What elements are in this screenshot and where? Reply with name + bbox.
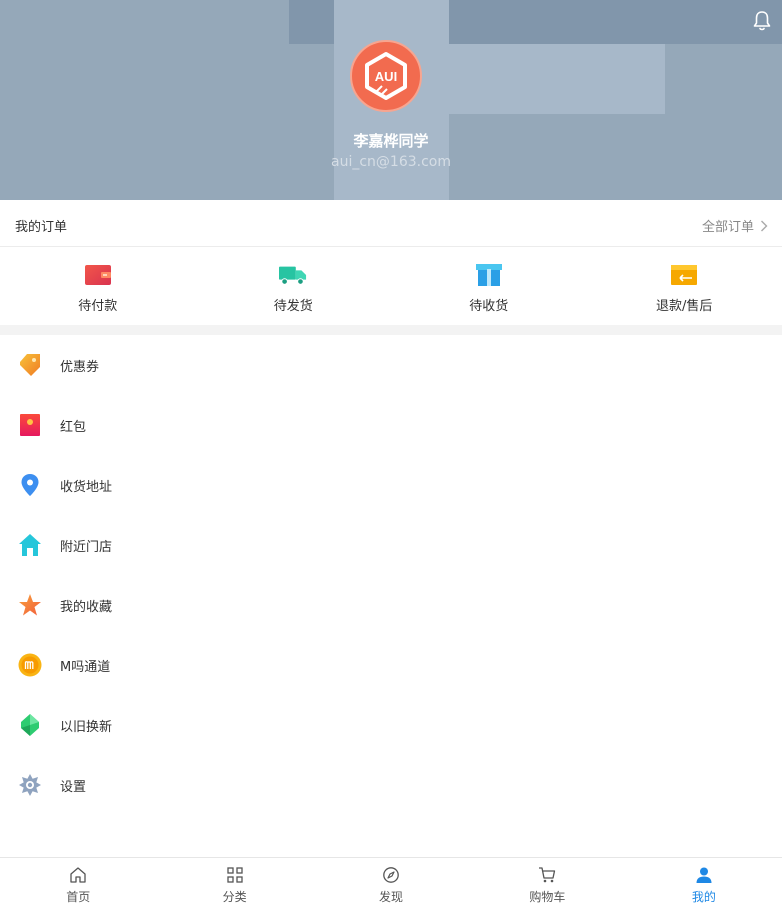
order-pending-payment[interactable]: 待付款 — [0, 247, 196, 325]
coupon-icon — [20, 354, 40, 376]
tab-discover[interactable]: 发现 — [313, 858, 469, 910]
menu-item-label: 红包 — [60, 420, 87, 435]
tab-cart[interactable]: 购物车 — [469, 858, 625, 910]
trade-in-icon — [21, 714, 39, 736]
menu-item-favorites[interactable]: 我的收藏 — [0, 575, 782, 635]
menu-item-label: 优惠券 — [60, 360, 100, 375]
orders-section-header: 我的订单 全部订单 — [0, 200, 782, 247]
menu-list: 优惠券 红包 收货地址 附近门店 我的收藏 M吗通道 以旧换新 设置 — [0, 335, 782, 815]
red-packet-icon — [20, 414, 40, 436]
gear-icon — [19, 774, 41, 796]
avatar-text: AUI — [375, 69, 397, 84]
all-orders-link[interactable]: 全部订单 — [702, 216, 768, 235]
header-background-block — [449, 0, 782, 44]
order-pending-receipt[interactable]: 待收货 — [391, 247, 587, 325]
tab-label: 首页 — [66, 890, 91, 904]
home-icon — [70, 867, 86, 883]
tab-label: 我的 — [691, 890, 716, 904]
menu-item-label: M吗通道 — [60, 660, 111, 675]
tab-home[interactable]: 首页 — [0, 858, 156, 910]
grid-icon — [226, 867, 243, 883]
menu-item-nearby-stores[interactable]: 附近门店 — [0, 515, 782, 575]
order-label: 退款/售后 — [656, 299, 713, 314]
tab-category[interactable]: 分类 — [156, 858, 312, 910]
order-label: 待收货 — [469, 299, 509, 314]
menu-item-label: 收货地址 — [60, 480, 113, 495]
menu-item-red-packet[interactable]: 红包 — [0, 395, 782, 455]
aui-logo-icon: AUI — [365, 52, 407, 100]
user-icon — [696, 867, 712, 883]
menu-item-label: 设置 — [60, 780, 87, 795]
cart-icon — [539, 867, 556, 883]
package-icon — [475, 264, 502, 286]
avatar[interactable]: AUI — [350, 40, 422, 112]
order-status-row: 待付款 待发货 待收货 退款/售后 — [0, 247, 782, 325]
menu-item-m-channel[interactable]: M吗通道 — [0, 635, 782, 695]
bottom-tab-bar: 首页 分类 发现 购物车 我的 — [0, 857, 782, 910]
user-email: aui_cn@163.com — [331, 154, 451, 170]
section-divider — [0, 325, 782, 335]
header-background-block — [289, 0, 334, 44]
order-pending-shipment[interactable]: 待发货 — [196, 247, 392, 325]
menu-item-label: 附近门店 — [60, 540, 113, 555]
order-label: 待付款 — [78, 299, 118, 314]
tab-label: 购物车 — [529, 890, 566, 904]
user-name: 李嘉桦同学 — [353, 132, 429, 150]
tab-mine[interactable]: 我的 — [626, 858, 782, 910]
menu-item-coupons[interactable]: 优惠券 — [0, 335, 782, 395]
menu-item-address[interactable]: 收货地址 — [0, 455, 782, 515]
order-label: 待发货 — [273, 299, 313, 314]
menu-item-trade-in[interactable]: 以旧换新 — [0, 695, 782, 755]
star-icon — [19, 594, 41, 616]
all-orders-label: 全部订单 — [701, 220, 754, 235]
m-coin-icon — [18, 653, 42, 677]
tab-label: 分类 — [222, 890, 247, 904]
refund-icon — [671, 265, 698, 285]
menu-item-label: 我的收藏 — [60, 600, 113, 615]
truck-icon — [279, 266, 307, 285]
profile-header: AUI 李嘉桦同学 aui_cn@163.com — [0, 0, 782, 200]
location-pin-icon — [21, 474, 39, 496]
bell-icon[interactable] — [752, 10, 772, 32]
tab-label: 发现 — [379, 890, 404, 904]
header-background-block — [449, 44, 665, 114]
compass-icon — [383, 867, 399, 883]
menu-item-settings[interactable]: 设置 — [0, 755, 782, 815]
orders-title: 我的订单 — [15, 220, 68, 235]
wallet-icon — [84, 265, 111, 285]
order-refund[interactable]: 退款/售后 — [587, 247, 782, 325]
profile-page: AUI 李嘉桦同学 aui_cn@163.com 我的订单 全部订单 待付款 待… — [0, 0, 782, 910]
chevron-right-icon — [761, 220, 768, 231]
store-icon — [19, 534, 41, 556]
menu-item-label: 以旧换新 — [60, 720, 113, 735]
